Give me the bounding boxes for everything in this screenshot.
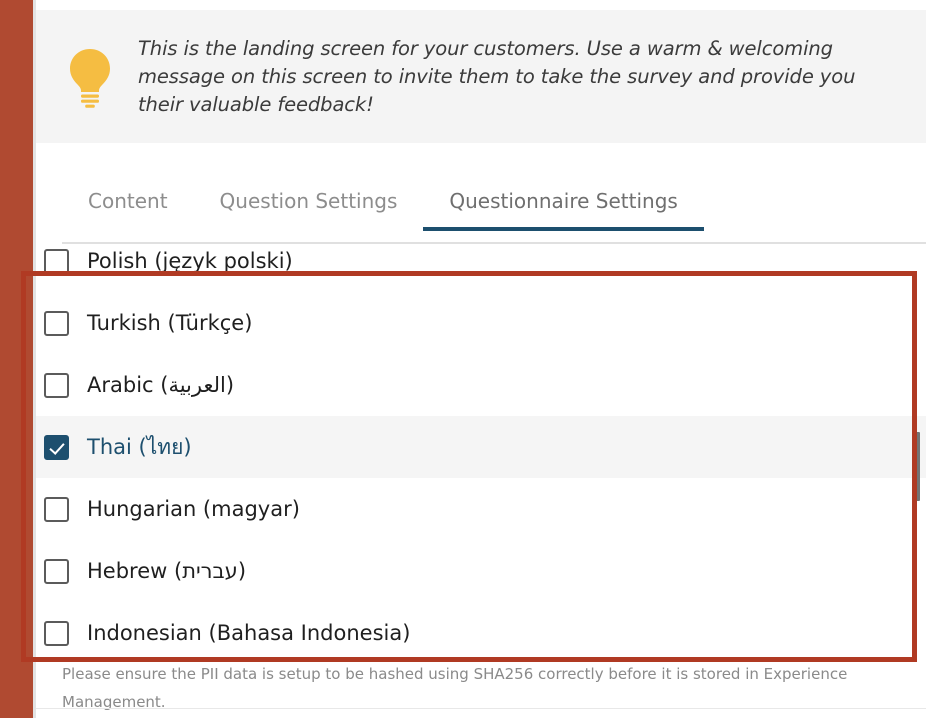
app-root: This is the landing screen for your cust… [0,0,926,718]
main-content-panel: This is the landing screen for your cust… [36,0,926,718]
rail-edge-divider [33,0,36,718]
tab-baseline-divider [62,242,926,244]
list-item-label: Thai (ไทย) [87,434,192,459]
list-item-label: Hungarian (magyar) [87,497,300,521]
language-list-scrollbar-thumb[interactable] [912,432,920,501]
checkbox-turkish[interactable] [44,310,69,336]
tab-content[interactable]: Content [62,189,194,231]
bottom-note-divider [36,708,926,709]
checkbox-hebrew[interactable] [44,558,69,584]
list-item-label: Arabic (العربية) [87,373,235,397]
tab-list: Content Question Settings Questionnaire … [62,173,705,231]
checkbox-thai[interactable] [44,434,69,460]
list-item[interactable]: Turkish (Türkçe) [36,292,926,354]
tab-questionnaire-settings[interactable]: Questionnaire Settings [423,189,705,231]
list-item-label: Polish (język polski) [87,249,293,273]
list-item[interactable]: Arabic (العربية) [36,354,926,416]
checkbox-indonesian[interactable] [44,620,69,646]
list-item[interactable]: Thai (ไทย) [36,416,926,478]
tab-question-settings[interactable]: Question Settings [194,189,424,231]
tip-banner-text: This is the landing screen for your cust… [138,36,856,116]
checkbox-arabic[interactable] [44,372,69,398]
list-item-label: Indonesian (Bahasa Indonesia) [87,621,411,645]
checkbox-hungarian[interactable] [44,496,69,522]
list-item[interactable]: Polish (język polski) [36,248,926,292]
language-list: Polish (język polski) Turkish (Türkçe) A… [36,248,926,664]
list-item[interactable]: Hungarian (magyar) [36,478,926,540]
list-item-label: Turkish (Türkçe) [87,311,253,335]
tab-strip: Content Question Settings Questionnaire … [36,143,926,247]
left-navigation-rail [0,0,33,718]
tip-banner: This is the landing screen for your cust… [36,10,926,143]
list-item-label: Hebrew (עברית) [87,559,247,583]
language-list-viewport[interactable]: Polish (język polski) Turkish (Türkçe) A… [36,248,926,666]
lightbulb-icon [62,46,118,108]
checkbox-polish[interactable] [44,248,69,274]
list-item[interactable]: Hebrew (עברית) [36,540,926,602]
